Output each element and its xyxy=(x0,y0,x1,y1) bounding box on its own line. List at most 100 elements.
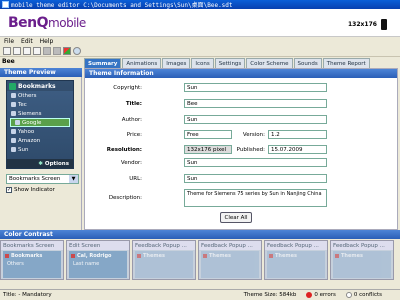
url-field[interactable]: Sun xyxy=(184,174,327,183)
screen-select[interactable]: Bookmarks Screen ▼ xyxy=(6,174,79,184)
link-icon xyxy=(11,111,16,116)
chevron-down-icon[interactable]: ▼ xyxy=(69,175,78,183)
phone-list-item: Tec xyxy=(7,100,73,109)
phone-item-label: Yahoo xyxy=(18,128,35,135)
copyright-field[interactable]: Sun xyxy=(184,83,327,92)
contrast-thumb[interactable]: Feedback Popup ... Themes xyxy=(132,240,196,280)
theme-icon xyxy=(335,254,339,258)
tab-animations[interactable]: Animations xyxy=(122,58,162,68)
link-icon xyxy=(11,138,16,143)
thumb-line-text: Bookmarks xyxy=(11,253,43,259)
thumb-title: Feedback Popup ... xyxy=(199,241,261,250)
window-title: mobile theme editor C:\Documents and Set… xyxy=(11,2,233,9)
app-header: BenQmobile 132x176 xyxy=(0,9,400,37)
status-errors[interactable]: 0 errors xyxy=(306,292,336,298)
tab-images[interactable]: Images xyxy=(162,58,191,68)
link-icon xyxy=(11,147,16,152)
brand-logo: BenQmobile xyxy=(8,15,86,31)
menu-file[interactable]: File xyxy=(4,38,14,45)
redo-icon[interactable] xyxy=(53,47,61,55)
tab-color-scheme[interactable]: Color Scheme xyxy=(246,58,293,68)
menu-bar: File Edit Help xyxy=(0,37,400,46)
vendor-label: Vendor: xyxy=(120,160,142,166)
phone-list-item: Siemens xyxy=(7,109,73,118)
color-contrast-panel: Color Contrast Bookmarks Screen Bookmark… xyxy=(0,230,400,290)
phone-list-item: Others xyxy=(7,91,73,100)
show-indicator-option: ✓ Show Indicator xyxy=(6,187,55,193)
url-label: URL: xyxy=(129,176,142,182)
undo-icon[interactable] xyxy=(43,47,51,55)
thumb-line2: Last name xyxy=(73,261,100,267)
version-label: Version: xyxy=(242,132,265,138)
thumb-title: Feedback Popup ... xyxy=(133,241,195,250)
tab-sounds[interactable]: Sounds xyxy=(293,58,322,68)
bookmark-icon xyxy=(9,82,16,90)
window-titlebar: mobile theme editor C:\Documents and Set… xyxy=(0,0,400,9)
phone-list-item: Sun xyxy=(7,145,73,154)
thumb-preview: Themes xyxy=(135,251,193,278)
thumb-line: Themes xyxy=(201,251,259,261)
phone-item-label: Siemens xyxy=(18,110,42,117)
tab-theme-report[interactable]: Theme Report xyxy=(322,58,370,68)
resize-grip[interactable] xyxy=(392,291,400,299)
phone-item-label: Others xyxy=(18,92,37,99)
phone-list-item: Amazon xyxy=(7,136,73,145)
thumb-preview: Cal, Rodrigo Last name xyxy=(69,251,127,278)
status-conflicts[interactable]: 0 conflicts xyxy=(345,292,382,298)
author-field[interactable]: Sun xyxy=(184,115,327,124)
thumb-line-text: Themes xyxy=(209,253,231,259)
published-field[interactable]: 15.07.2009 xyxy=(268,145,327,154)
new-file-icon[interactable] xyxy=(3,47,11,55)
thumb-preview: Bookmarks Others xyxy=(3,251,61,278)
tab-summary[interactable]: Summary xyxy=(84,58,122,68)
phone-title-bar: Bookmarks xyxy=(7,81,73,91)
save-as-icon[interactable] xyxy=(33,47,41,55)
description-label: Description: xyxy=(108,195,142,201)
contrast-thumb[interactable]: Feedback Popup ... Themes xyxy=(198,240,262,280)
save-icon[interactable] xyxy=(23,47,31,55)
contrast-thumbnails: Bookmarks Screen Bookmarks Others Edit S… xyxy=(0,240,400,290)
tab-icons[interactable]: Icons xyxy=(191,58,214,68)
preview-header: Theme Preview xyxy=(0,68,82,77)
contrast-thumb[interactable]: Feedback Popup ... Themes xyxy=(264,240,328,280)
thumb-line-text: Themes xyxy=(275,253,297,259)
tab-settings[interactable]: Settings xyxy=(214,58,246,68)
thumb-line: Bookmarks xyxy=(3,251,61,261)
folder-icon xyxy=(11,93,16,98)
contrast-thumb[interactable]: Edit Screen Cal, Rodrigo Last name xyxy=(66,240,130,280)
thumb-line-text: Cal, Rodrigo xyxy=(77,253,112,259)
vendor-field[interactable]: Sun xyxy=(184,158,327,167)
resolution-field-label: Resolution: xyxy=(106,147,142,153)
phone-item-label: Amazon xyxy=(18,137,41,144)
theme-info-panel: Theme Information Copyright: Sun Title: … xyxy=(84,68,398,230)
color-picker-icon[interactable] xyxy=(63,47,71,55)
theme-icon xyxy=(137,254,141,258)
tab-bar: Summary Animations Images Icons Settings… xyxy=(84,58,370,68)
thumb-line: Themes xyxy=(333,251,391,261)
show-indicator-label: Show Indicator xyxy=(14,187,55,193)
brand-name: BenQ xyxy=(8,15,49,31)
thumb-line2: Others xyxy=(7,261,24,267)
phone-item-label: Sun xyxy=(18,146,29,153)
phone-list-item-selected: Google xyxy=(10,118,70,127)
contrast-thumb[interactable]: Bookmarks Screen Bookmarks Others xyxy=(0,240,64,280)
title-field[interactable]: Bee xyxy=(184,99,327,108)
contrast-thumb[interactable]: Feedback Popup ... Themes xyxy=(330,240,394,280)
menu-help[interactable]: Help xyxy=(40,38,54,45)
clear-all-button[interactable]: Clear All xyxy=(220,212,252,223)
theme-preview-panel: Theme Preview Bookmarks Others Tec Sieme… xyxy=(0,68,82,230)
conflicts-count: 0 conflicts xyxy=(353,292,382,298)
link-icon xyxy=(15,120,20,125)
thumb-title: Bookmarks Screen xyxy=(1,241,63,250)
thumb-line: Themes xyxy=(267,251,325,261)
open-folder-icon[interactable] xyxy=(13,47,21,55)
version-field[interactable]: 1.2 xyxy=(268,130,327,139)
description-field[interactable]: Theme for Siemens 75 series by Sun in Na… xyxy=(184,189,327,207)
menu-edit[interactable]: Edit xyxy=(21,38,33,45)
thumb-preview: Themes xyxy=(333,251,391,278)
thumb-title: Feedback Popup ... xyxy=(331,241,393,250)
zoom-icon[interactable] xyxy=(73,47,81,55)
theme-icon xyxy=(269,254,273,258)
show-indicator-checkbox[interactable]: ✓ xyxy=(6,187,12,193)
softkey-label: Options xyxy=(44,160,69,167)
